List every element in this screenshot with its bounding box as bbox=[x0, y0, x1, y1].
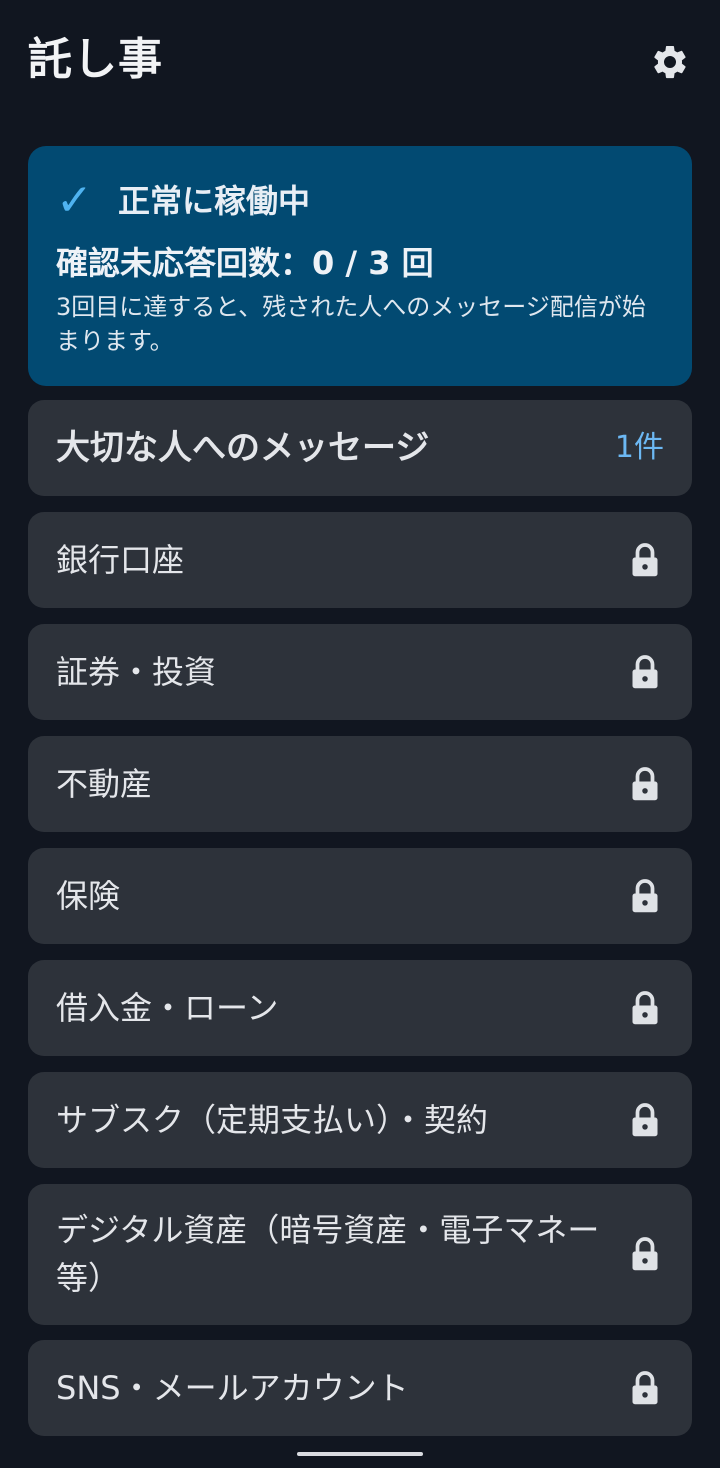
lock-icon bbox=[632, 1103, 658, 1137]
list-item-label: 保険 bbox=[56, 877, 121, 915]
list-item-messages[interactable]: 大切な人へのメッセージ 1件 bbox=[28, 400, 692, 496]
page-title: 託し事 bbox=[28, 34, 163, 85]
list-item-label: SNS・メールアカウント bbox=[56, 1369, 409, 1407]
item-count-badge: 1件 bbox=[614, 430, 664, 465]
lock-icon bbox=[632, 543, 658, 577]
list-item-sns-accounts[interactable]: SNS・メールアカウント bbox=[28, 1340, 692, 1436]
status-row: ✓ 正常に稼働中 bbox=[56, 176, 310, 226]
lock-icon bbox=[632, 879, 658, 913]
list-item-subscriptions[interactable]: サブスク（定期支払い）・契約 bbox=[28, 1072, 692, 1168]
list-item-label: デジタル資産（暗号資産・電子マネー等） bbox=[56, 1211, 600, 1297]
gear-icon[interactable] bbox=[650, 42, 690, 82]
home-indicator[interactable] bbox=[297, 1452, 423, 1456]
check-icon: ✓ bbox=[56, 175, 93, 226]
status-note: 3回目に達すると、残された人へのメッセージ配信が始まります。 bbox=[56, 293, 646, 355]
list-item-loans[interactable]: 借入金・ローン bbox=[28, 960, 692, 1056]
list-item-label: サブスク（定期支払い）・契約 bbox=[56, 1101, 489, 1139]
lock-icon bbox=[632, 991, 658, 1025]
list-item-digital-assets[interactable]: デジタル資産（暗号資産・電子マネー等） bbox=[28, 1184, 692, 1325]
list-item-bank-account[interactable]: 銀行口座 bbox=[28, 512, 692, 608]
lock-icon bbox=[632, 767, 658, 801]
lock-icon bbox=[632, 1371, 658, 1405]
list-item-label: 銀行口座 bbox=[56, 541, 185, 579]
unanswered-count: 確認未応答回数：0 / 3 回 bbox=[56, 244, 434, 282]
status-label: 正常に稼働中 bbox=[118, 182, 311, 220]
list-item-securities[interactable]: 証券・投資 bbox=[28, 624, 692, 720]
list-item-insurance[interactable]: 保険 bbox=[28, 848, 692, 944]
list-item-real-estate[interactable]: 不動産 bbox=[28, 736, 692, 832]
lock-icon bbox=[632, 1237, 658, 1271]
lock-icon bbox=[632, 655, 658, 689]
list-item-label: 証券・投資 bbox=[56, 653, 217, 691]
list-item-label: 大切な人へのメッセージ bbox=[56, 428, 430, 468]
app-header: 託し事 bbox=[0, 0, 720, 120]
list-item-label: 借入金・ローン bbox=[56, 989, 279, 1027]
list-item-label: 不動産 bbox=[56, 765, 153, 803]
status-card-content: ✓ 正常に稼働中 確認未応答回数：0 / 3 回 3回目に達すると、残された人へ… bbox=[28, 146, 692, 386]
